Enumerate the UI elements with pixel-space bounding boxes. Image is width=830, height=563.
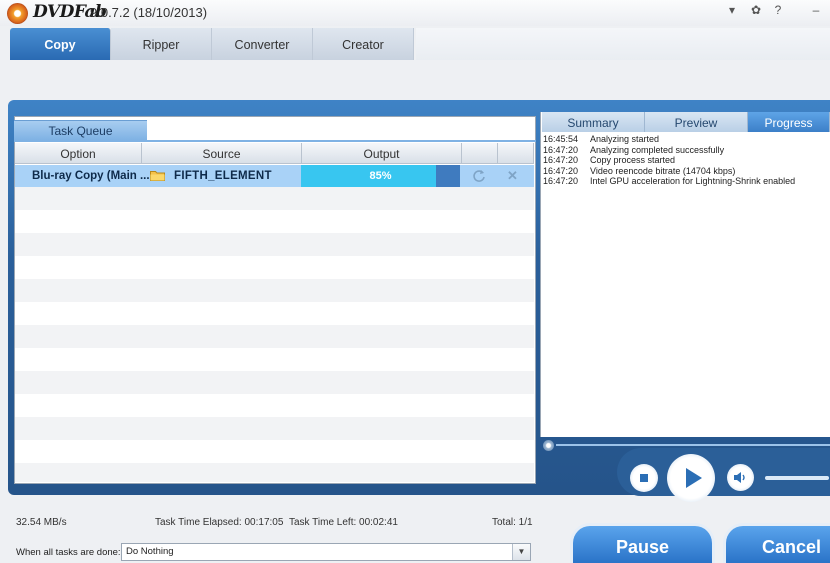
log-line: 16:47:20 Intel GPU acceleration for Light… (543, 176, 796, 187)
stop-button[interactable] (630, 464, 658, 492)
empty-row (15, 417, 534, 440)
app-version: 9.0.7.2 (18/10/2013) (90, 5, 208, 20)
task-progress-bar: 85% (301, 165, 460, 187)
pause-button[interactable]: Pause (570, 523, 715, 563)
seek-track[interactable] (556, 444, 830, 446)
dvdfab-logo-icon (7, 3, 28, 24)
title-bar: DVDFab 9.0.7.2 (18/10/2013) ▾ ✿ ? – (0, 0, 830, 26)
when-done-select[interactable]: Do Nothing ▼ (121, 543, 531, 561)
dropdown-menu-icon[interactable]: ▾ (724, 3, 740, 17)
options-band (0, 60, 830, 100)
empty-row (15, 348, 534, 371)
task-total: Total: 1/1 (492, 517, 533, 528)
folder-icon[interactable] (150, 170, 165, 181)
column-header-output[interactable]: Output (302, 143, 462, 164)
cancel-button[interactable]: Cancel (723, 523, 830, 563)
play-button[interactable] (667, 454, 715, 502)
tab-ripper[interactable]: Ripper (111, 28, 212, 60)
tab-creator[interactable]: Creator (313, 28, 414, 60)
column-header-action (462, 143, 498, 164)
minimize-icon[interactable]: – (808, 3, 824, 17)
empty-row (15, 440, 534, 463)
refresh-icon[interactable] (472, 169, 486, 183)
empty-row (15, 279, 534, 302)
task-option: Blu-ray Copy (Main ... (32, 170, 150, 182)
column-header-source[interactable]: Source (142, 143, 302, 164)
settings-icon[interactable]: ✿ (748, 3, 764, 17)
help-icon[interactable]: ? (770, 3, 786, 17)
tab-strip-filler (416, 28, 830, 60)
empty-row (15, 256, 534, 279)
empty-row (15, 325, 534, 348)
transfer-speed: 32.54 MB/s (16, 517, 67, 528)
tab-summary[interactable]: Summary (542, 112, 645, 132)
task-row[interactable]: Blu-ray Copy (Main ... FIFTH_ELEMENT 85%… (15, 165, 534, 187)
task-progress-text: 85% (369, 170, 392, 182)
column-header-option[interactable]: Option (15, 143, 142, 164)
empty-row (15, 210, 534, 233)
volume-slider[interactable] (764, 475, 830, 481)
progress-log: 16:45:54 Analyzing started 16:47:20 Analyz… (543, 134, 830, 187)
tab-preview[interactable]: Preview (645, 112, 748, 132)
log-line: 16:47:20 Analyzing completed successfully (543, 144, 725, 155)
tab-converter[interactable]: Converter (212, 28, 313, 60)
task-source: FIFTH_ELEMENT (174, 170, 272, 182)
task-queue-tab-underline (14, 140, 536, 142)
empty-row (15, 463, 534, 482)
time-left: Task Time Left: 00:02:41 (289, 517, 398, 528)
when-done-value: Do Nothing (126, 546, 174, 557)
seek-handle[interactable] (543, 440, 554, 451)
column-header-remove (498, 143, 534, 164)
empty-row (15, 371, 534, 394)
empty-row (15, 394, 534, 417)
task-list (15, 165, 534, 482)
log-line: 16:47:20 Video reencode bitrate (14704 kb… (543, 165, 736, 176)
speaker-icon (734, 472, 745, 483)
empty-row (15, 187, 534, 210)
volume-button[interactable] (727, 464, 754, 491)
empty-row (15, 302, 534, 325)
log-line: 16:45:54 Analyzing started (543, 134, 660, 144)
empty-row (15, 233, 534, 256)
tab-copy[interactable]: Copy (10, 28, 111, 60)
tab-task-queue[interactable]: Task Queue (14, 120, 147, 140)
chevron-down-icon[interactable]: ▼ (512, 544, 530, 560)
when-done-label: When all tasks are done: (16, 547, 121, 558)
time-elapsed: Task Time Elapsed: 00:17:05 (155, 517, 284, 528)
tab-progress[interactable]: Progress (748, 112, 830, 132)
remove-task-icon[interactable]: ✕ (507, 168, 518, 184)
log-line: 16:47:20 Copy process started (543, 155, 676, 166)
